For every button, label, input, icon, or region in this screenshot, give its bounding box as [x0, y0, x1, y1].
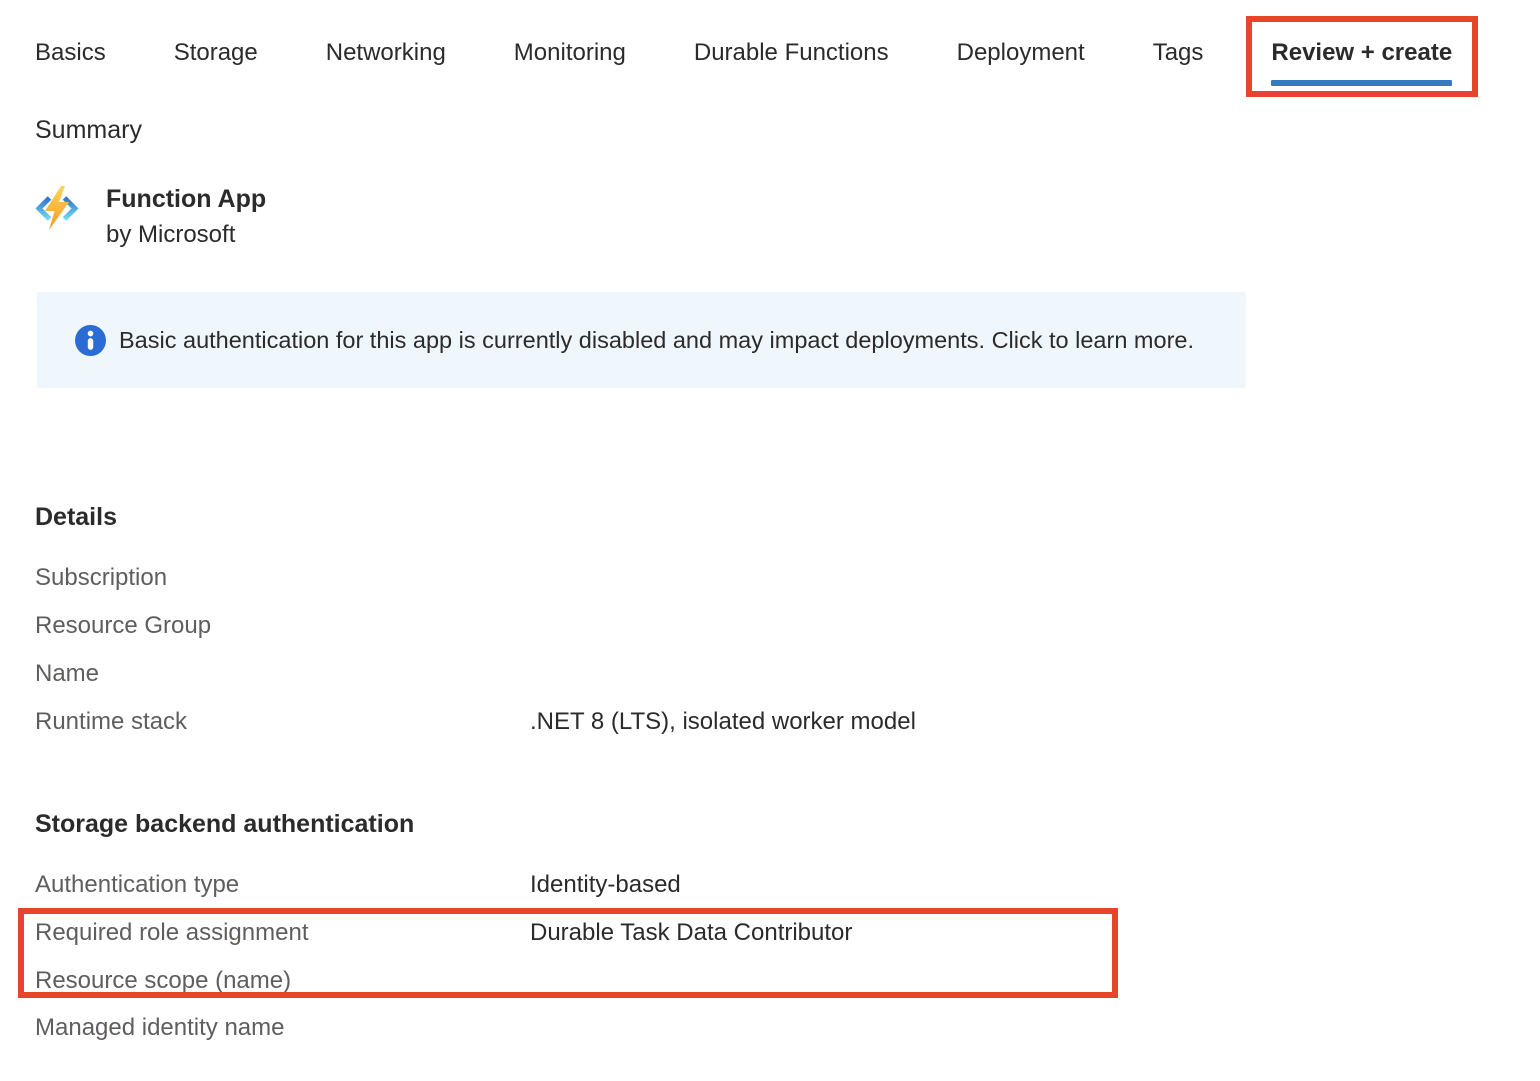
- row-authentication-type: Authentication type Identity-based: [35, 871, 681, 898]
- row-name-label: Name: [35, 660, 530, 687]
- review-create-page: Basics Storage Networking Monitoring Dur…: [0, 0, 1540, 1081]
- row-resource-scope-label: Resource scope (name): [35, 967, 530, 994]
- product-publisher: by Microsoft: [106, 217, 266, 252]
- tab-review-create-label: Review + create: [1271, 39, 1452, 66]
- tab-tags[interactable]: Tags: [1153, 39, 1204, 66]
- summary-heading: Summary: [35, 116, 142, 145]
- row-managed-identity-name-label: Managed identity name: [35, 1014, 530, 1041]
- row-required-role-assignment-label: Required role assignment: [35, 919, 530, 946]
- info-icon: [75, 325, 106, 356]
- row-subscription-label: Subscription: [35, 564, 530, 591]
- tab-basics[interactable]: Basics: [35, 39, 106, 66]
- tab-review-create[interactable]: Review + create: [1271, 39, 1452, 66]
- row-managed-identity-name: Managed identity name: [35, 1014, 530, 1041]
- azure-functions-icon: [33, 184, 81, 232]
- row-runtime-stack-value: .NET 8 (LTS), isolated worker model: [530, 708, 916, 735]
- storage-auth-section-heading: Storage backend authentication: [35, 810, 414, 839]
- active-tab-underline: [1271, 80, 1452, 86]
- row-required-role-assignment: Required role assignment Durable Task Da…: [35, 919, 852, 946]
- row-resource-scope: Resource scope (name): [35, 967, 530, 994]
- details-section-heading: Details: [35, 503, 117, 532]
- tab-monitoring[interactable]: Monitoring: [514, 39, 626, 66]
- row-name: Name: [35, 660, 530, 687]
- tab-deployment[interactable]: Deployment: [957, 39, 1085, 66]
- row-authentication-type-value: Identity-based: [530, 871, 681, 898]
- row-required-role-assignment-value: Durable Task Data Contributor: [530, 919, 852, 946]
- tab-durable-functions[interactable]: Durable Functions: [694, 39, 889, 66]
- product-summary: Function App by Microsoft: [33, 182, 266, 252]
- row-subscription: Subscription: [35, 564, 530, 591]
- banner-message: Basic authentication for this app is cur…: [119, 327, 1194, 354]
- basic-auth-info-banner[interactable]: Basic authentication for this app is cur…: [37, 292, 1246, 388]
- wizard-tab-bar: Basics Storage Networking Monitoring Dur…: [35, 39, 1452, 66]
- row-resource-group-label: Resource Group: [35, 612, 530, 639]
- product-text: Function App by Microsoft: [106, 182, 266, 252]
- tab-networking[interactable]: Networking: [326, 39, 446, 66]
- tab-storage[interactable]: Storage: [174, 39, 258, 66]
- row-authentication-type-label: Authentication type: [35, 871, 530, 898]
- row-runtime-stack: Runtime stack .NET 8 (LTS), isolated wor…: [35, 708, 916, 735]
- row-runtime-stack-label: Runtime stack: [35, 708, 530, 735]
- row-resource-group: Resource Group: [35, 612, 530, 639]
- product-name: Function App: [106, 182, 266, 217]
